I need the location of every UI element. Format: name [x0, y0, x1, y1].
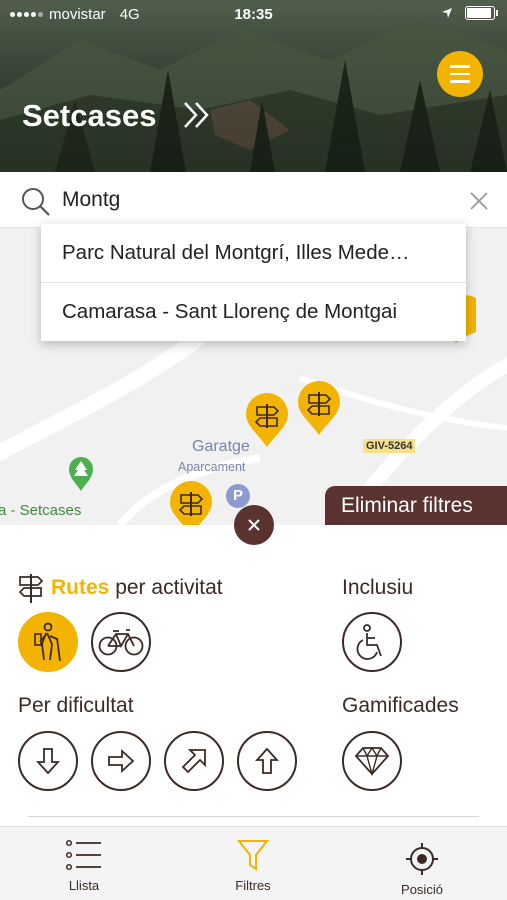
- activity-bicycle-toggle[interactable]: [91, 612, 151, 672]
- tab-label: Llista: [68, 878, 100, 893]
- arrow-up-right-icon: [181, 749, 206, 774]
- tab-llista[interactable]: Llista: [24, 827, 144, 900]
- battery-icon: [465, 6, 498, 20]
- routes-activity-heading: Rutes per activitat: [51, 576, 223, 600]
- parking-icon[interactable]: P: [226, 484, 250, 508]
- difficulty-hard-toggle[interactable]: [164, 731, 224, 791]
- close-icon: [248, 519, 260, 531]
- difficulty-very-hard-toggle[interactable]: [237, 731, 297, 791]
- remove-filters-button[interactable]: Eliminar filtres: [325, 486, 507, 525]
- diamond-icon: [354, 746, 390, 776]
- suggestion-item[interactable]: Camarasa - Sant Llorenç de Montgai: [41, 282, 466, 340]
- search-icon: [22, 188, 50, 216]
- inclusive-heading: Inclusiu: [342, 576, 414, 599]
- arrow-right-icon: [108, 749, 135, 773]
- location-arrow-icon: [442, 8, 452, 18]
- search-suggestions: Parc Natural del Montgrí, Illes Mede… Ca…: [41, 224, 466, 341]
- map-poi-aparcament[interactable]: Aparcament: [178, 460, 245, 474]
- activity-hiking-toggle[interactable]: [18, 612, 78, 672]
- close-icon[interactable]: [468, 190, 490, 212]
- wheelchair-icon: [356, 624, 382, 660]
- map-poi-garatge[interactable]: Garatge: [192, 438, 250, 456]
- map-route-pin[interactable]: [168, 480, 214, 525]
- tab-posicio[interactable]: Posició: [362, 827, 482, 900]
- road-label: GIV-5264: [363, 439, 416, 453]
- divider: [28, 816, 479, 817]
- signpost-icon: [18, 574, 44, 603]
- status-bar: movistar 4G 18:35: [0, 0, 507, 30]
- suggestion-item[interactable]: Parc Natural del Montgrí, Illes Mede…: [41, 224, 466, 282]
- header: movistar 4G 18:35 Setcases: [0, 0, 507, 172]
- tab-label: Filtres: [235, 878, 271, 893]
- inclusive-toggle[interactable]: [342, 612, 402, 672]
- arrow-down-icon: [36, 748, 60, 775]
- tab-filtres[interactable]: Filtres: [193, 827, 313, 900]
- tab-label: Posició: [401, 882, 443, 897]
- bicycle-icon: [98, 629, 144, 656]
- search-input[interactable]: [62, 184, 452, 216]
- status-time: 18:35: [234, 6, 273, 23]
- arrow-up-icon: [255, 747, 279, 774]
- hiking-icon: [34, 622, 61, 662]
- routes-heading-rest: per activitat: [115, 576, 223, 599]
- gamified-heading: Gamificades: [342, 694, 459, 717]
- filter-icon: [237, 840, 269, 871]
- routes-heading-accent: Rutes: [51, 576, 110, 599]
- map-route-pin[interactable]: [296, 380, 342, 436]
- map-route-pin[interactable]: [244, 392, 290, 448]
- double-chevron-right-icon[interactable]: [182, 100, 212, 130]
- close-filter-panel-button[interactable]: [234, 505, 274, 545]
- difficulty-easy-toggle[interactable]: [18, 731, 78, 791]
- difficulty-heading: Per dificultat: [18, 694, 134, 717]
- location-target-icon: [406, 843, 438, 875]
- search-bar: [0, 172, 507, 228]
- map-place-label[interactable]: a - Setcases: [0, 502, 81, 519]
- park-tree-icon[interactable]: [68, 456, 94, 492]
- difficulty-moderate-toggle[interactable]: [91, 731, 151, 791]
- hamburger-menu-icon[interactable]: [437, 51, 483, 97]
- bottom-tab-bar: Llista Filtres Posició: [0, 826, 507, 900]
- list-icon: [66, 839, 101, 871]
- gamified-toggle[interactable]: [342, 731, 402, 791]
- page-title[interactable]: Setcases: [22, 98, 156, 134]
